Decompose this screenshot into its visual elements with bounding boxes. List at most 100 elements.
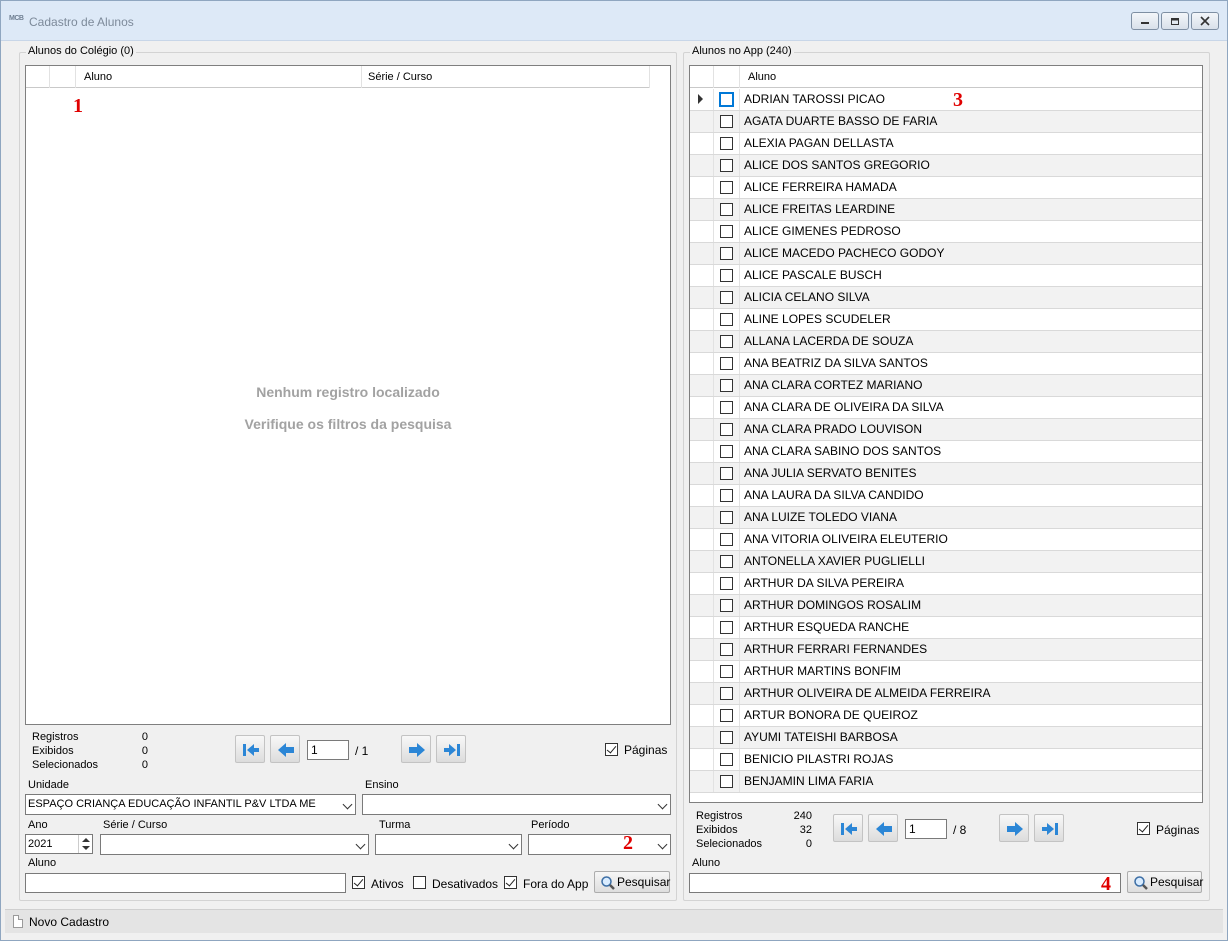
spin-up-icon[interactable] (82, 838, 90, 842)
table-row[interactable]: ANA VITORIA OLIVEIRA ELEUTERIO (690, 529, 1202, 551)
row-checkbox[interactable] (720, 159, 733, 172)
table-row[interactable]: ALICE FERREIRA HAMADA (690, 177, 1202, 199)
row-selector[interactable] (690, 485, 714, 506)
ensino-select[interactable] (362, 794, 671, 815)
table-row[interactable]: BENICIO PILASTRI ROJAS (690, 749, 1202, 771)
table-row[interactable]: ARTHUR DA SILVA PEREIRA (690, 573, 1202, 595)
row-selector[interactable] (690, 89, 714, 110)
row-checkbox[interactable] (719, 92, 734, 107)
row-checkbox[interactable] (720, 687, 733, 700)
serie-curso-select[interactable] (100, 834, 369, 855)
school-last-page-button[interactable] (436, 735, 466, 763)
row-selector[interactable] (690, 309, 714, 330)
school-paginas-checkbox[interactable] (605, 743, 618, 756)
row-selector[interactable] (690, 551, 714, 572)
table-row[interactable]: ALICE PASCALE BUSCH (690, 265, 1202, 287)
row-selector[interactable] (690, 353, 714, 374)
row-checkbox[interactable] (720, 489, 733, 502)
row-checkbox[interactable] (720, 665, 733, 678)
app-last-page-button[interactable] (1034, 814, 1064, 842)
table-row[interactable]: ADRIAN TAROSSI PICAO (690, 89, 1202, 111)
row-checkbox[interactable] (720, 753, 733, 766)
table-row[interactable]: ARTHUR FERRARI FERNANDES (690, 639, 1202, 661)
row-selector[interactable] (690, 155, 714, 176)
row-selector[interactable] (690, 133, 714, 154)
row-selector[interactable] (690, 111, 714, 132)
row-checkbox[interactable] (720, 225, 733, 238)
row-selector[interactable] (690, 749, 714, 770)
app-page-input[interactable]: 1 (905, 819, 947, 839)
app-aluno-search-input[interactable] (689, 873, 1121, 893)
school-next-page-button[interactable] (401, 735, 431, 763)
table-row[interactable]: ANA LUIZE TOLEDO VIANA (690, 507, 1202, 529)
new-record-button[interactable]: Novo Cadastro (29, 915, 109, 929)
row-selector[interactable] (690, 265, 714, 286)
fora-do-app-checkbox[interactable] (504, 876, 517, 889)
row-checkbox[interactable] (720, 775, 733, 788)
table-row[interactable]: ALICE MACEDO PACHECO GODOY (690, 243, 1202, 265)
row-checkbox[interactable] (720, 423, 733, 436)
row-checkbox[interactable] (720, 643, 733, 656)
row-selector[interactable] (690, 177, 714, 198)
table-row[interactable]: ANA BEATRIZ DA SILVA SANTOS (690, 353, 1202, 375)
row-checkbox[interactable] (720, 291, 733, 304)
table-row[interactable]: ANTONELLA XAVIER PUGLIELLI (690, 551, 1202, 573)
school-search-button[interactable]: Pesquisar (594, 871, 670, 893)
row-checkbox[interactable] (720, 445, 733, 458)
table-row[interactable]: ALINE LOPES SCUDELER (690, 309, 1202, 331)
table-row[interactable]: ANA CLARA CORTEZ MARIANO (690, 375, 1202, 397)
row-selector[interactable] (690, 199, 714, 220)
row-selector[interactable] (690, 705, 714, 726)
table-row[interactable]: AGATA DUARTE BASSO DE FARIA (690, 111, 1202, 133)
aluno-search-input[interactable] (25, 873, 346, 893)
row-selector[interactable] (690, 639, 714, 660)
app-first-page-button[interactable] (833, 814, 863, 842)
ano-spin-buttons[interactable] (78, 835, 92, 853)
row-checkbox[interactable] (720, 181, 733, 194)
table-row[interactable]: BENJAMIN LIMA FARIA (690, 771, 1202, 793)
header-serie-curso[interactable]: Série / Curso (362, 66, 650, 88)
row-checkbox[interactable] (720, 247, 733, 260)
maximize-button[interactable] (1161, 12, 1189, 30)
row-selector[interactable] (690, 507, 714, 528)
row-selector[interactable] (690, 463, 714, 484)
table-row[interactable]: ANA CLARA SABINO DOS SANTOS (690, 441, 1202, 463)
row-checkbox[interactable] (720, 599, 733, 612)
table-row[interactable]: ANA CLARA DE OLIVEIRA DA SILVA (690, 397, 1202, 419)
row-selector[interactable] (690, 529, 714, 550)
row-checkbox[interactable] (720, 511, 733, 524)
table-row[interactable]: ANA LAURA DA SILVA CANDIDO (690, 485, 1202, 507)
unidade-select[interactable]: ESPAÇO CRIANÇA EDUCAÇÃO INFANTIL P&V LTD… (25, 794, 356, 815)
row-selector[interactable] (690, 243, 714, 264)
table-row[interactable]: ANA CLARA PRADO LOUVISON (690, 419, 1202, 441)
row-selector[interactable] (690, 331, 714, 352)
row-selector[interactable] (690, 617, 714, 638)
table-row[interactable]: ALICE GIMENES PEDROSO (690, 221, 1202, 243)
row-selector[interactable] (690, 595, 714, 616)
app-search-button[interactable]: Pesquisar (1127, 871, 1203, 893)
table-row[interactable]: ARTHUR ESQUEDA RANCHE (690, 617, 1202, 639)
table-row[interactable]: ARTHUR DOMINGOS ROSALIM (690, 595, 1202, 617)
row-checkbox[interactable] (720, 621, 733, 634)
app-prev-page-button[interactable] (868, 814, 898, 842)
app-students-grid[interactable]: Aluno ADRIAN TAROSSI PICAO AGATA DUARTE B… (689, 65, 1203, 803)
row-checkbox[interactable] (720, 467, 733, 480)
minimize-button[interactable] (1131, 12, 1159, 30)
school-prev-page-button[interactable] (270, 735, 300, 763)
row-checkbox[interactable] (720, 731, 733, 744)
table-row[interactable]: AYUMI TATEISHI BARBOSA (690, 727, 1202, 749)
periodo-select[interactable] (528, 834, 671, 855)
table-row[interactable]: ALEXIA PAGAN DELLASTA (690, 133, 1202, 155)
row-selector[interactable] (690, 441, 714, 462)
table-row[interactable]: ARTHUR OLIVEIRA DE ALMEIDA FERREIRA (690, 683, 1202, 705)
row-checkbox[interactable] (720, 401, 733, 414)
row-checkbox[interactable] (720, 313, 733, 326)
row-selector[interactable] (690, 573, 714, 594)
row-checkbox[interactable] (720, 137, 733, 150)
app-paginas-checkbox[interactable] (1137, 822, 1150, 835)
ativos-checkbox[interactable] (352, 876, 365, 889)
row-checkbox[interactable] (720, 555, 733, 568)
table-row[interactable]: ALICE FREITAS LEARDINE (690, 199, 1202, 221)
row-checkbox[interactable] (720, 115, 733, 128)
spin-down-icon[interactable] (82, 846, 90, 850)
